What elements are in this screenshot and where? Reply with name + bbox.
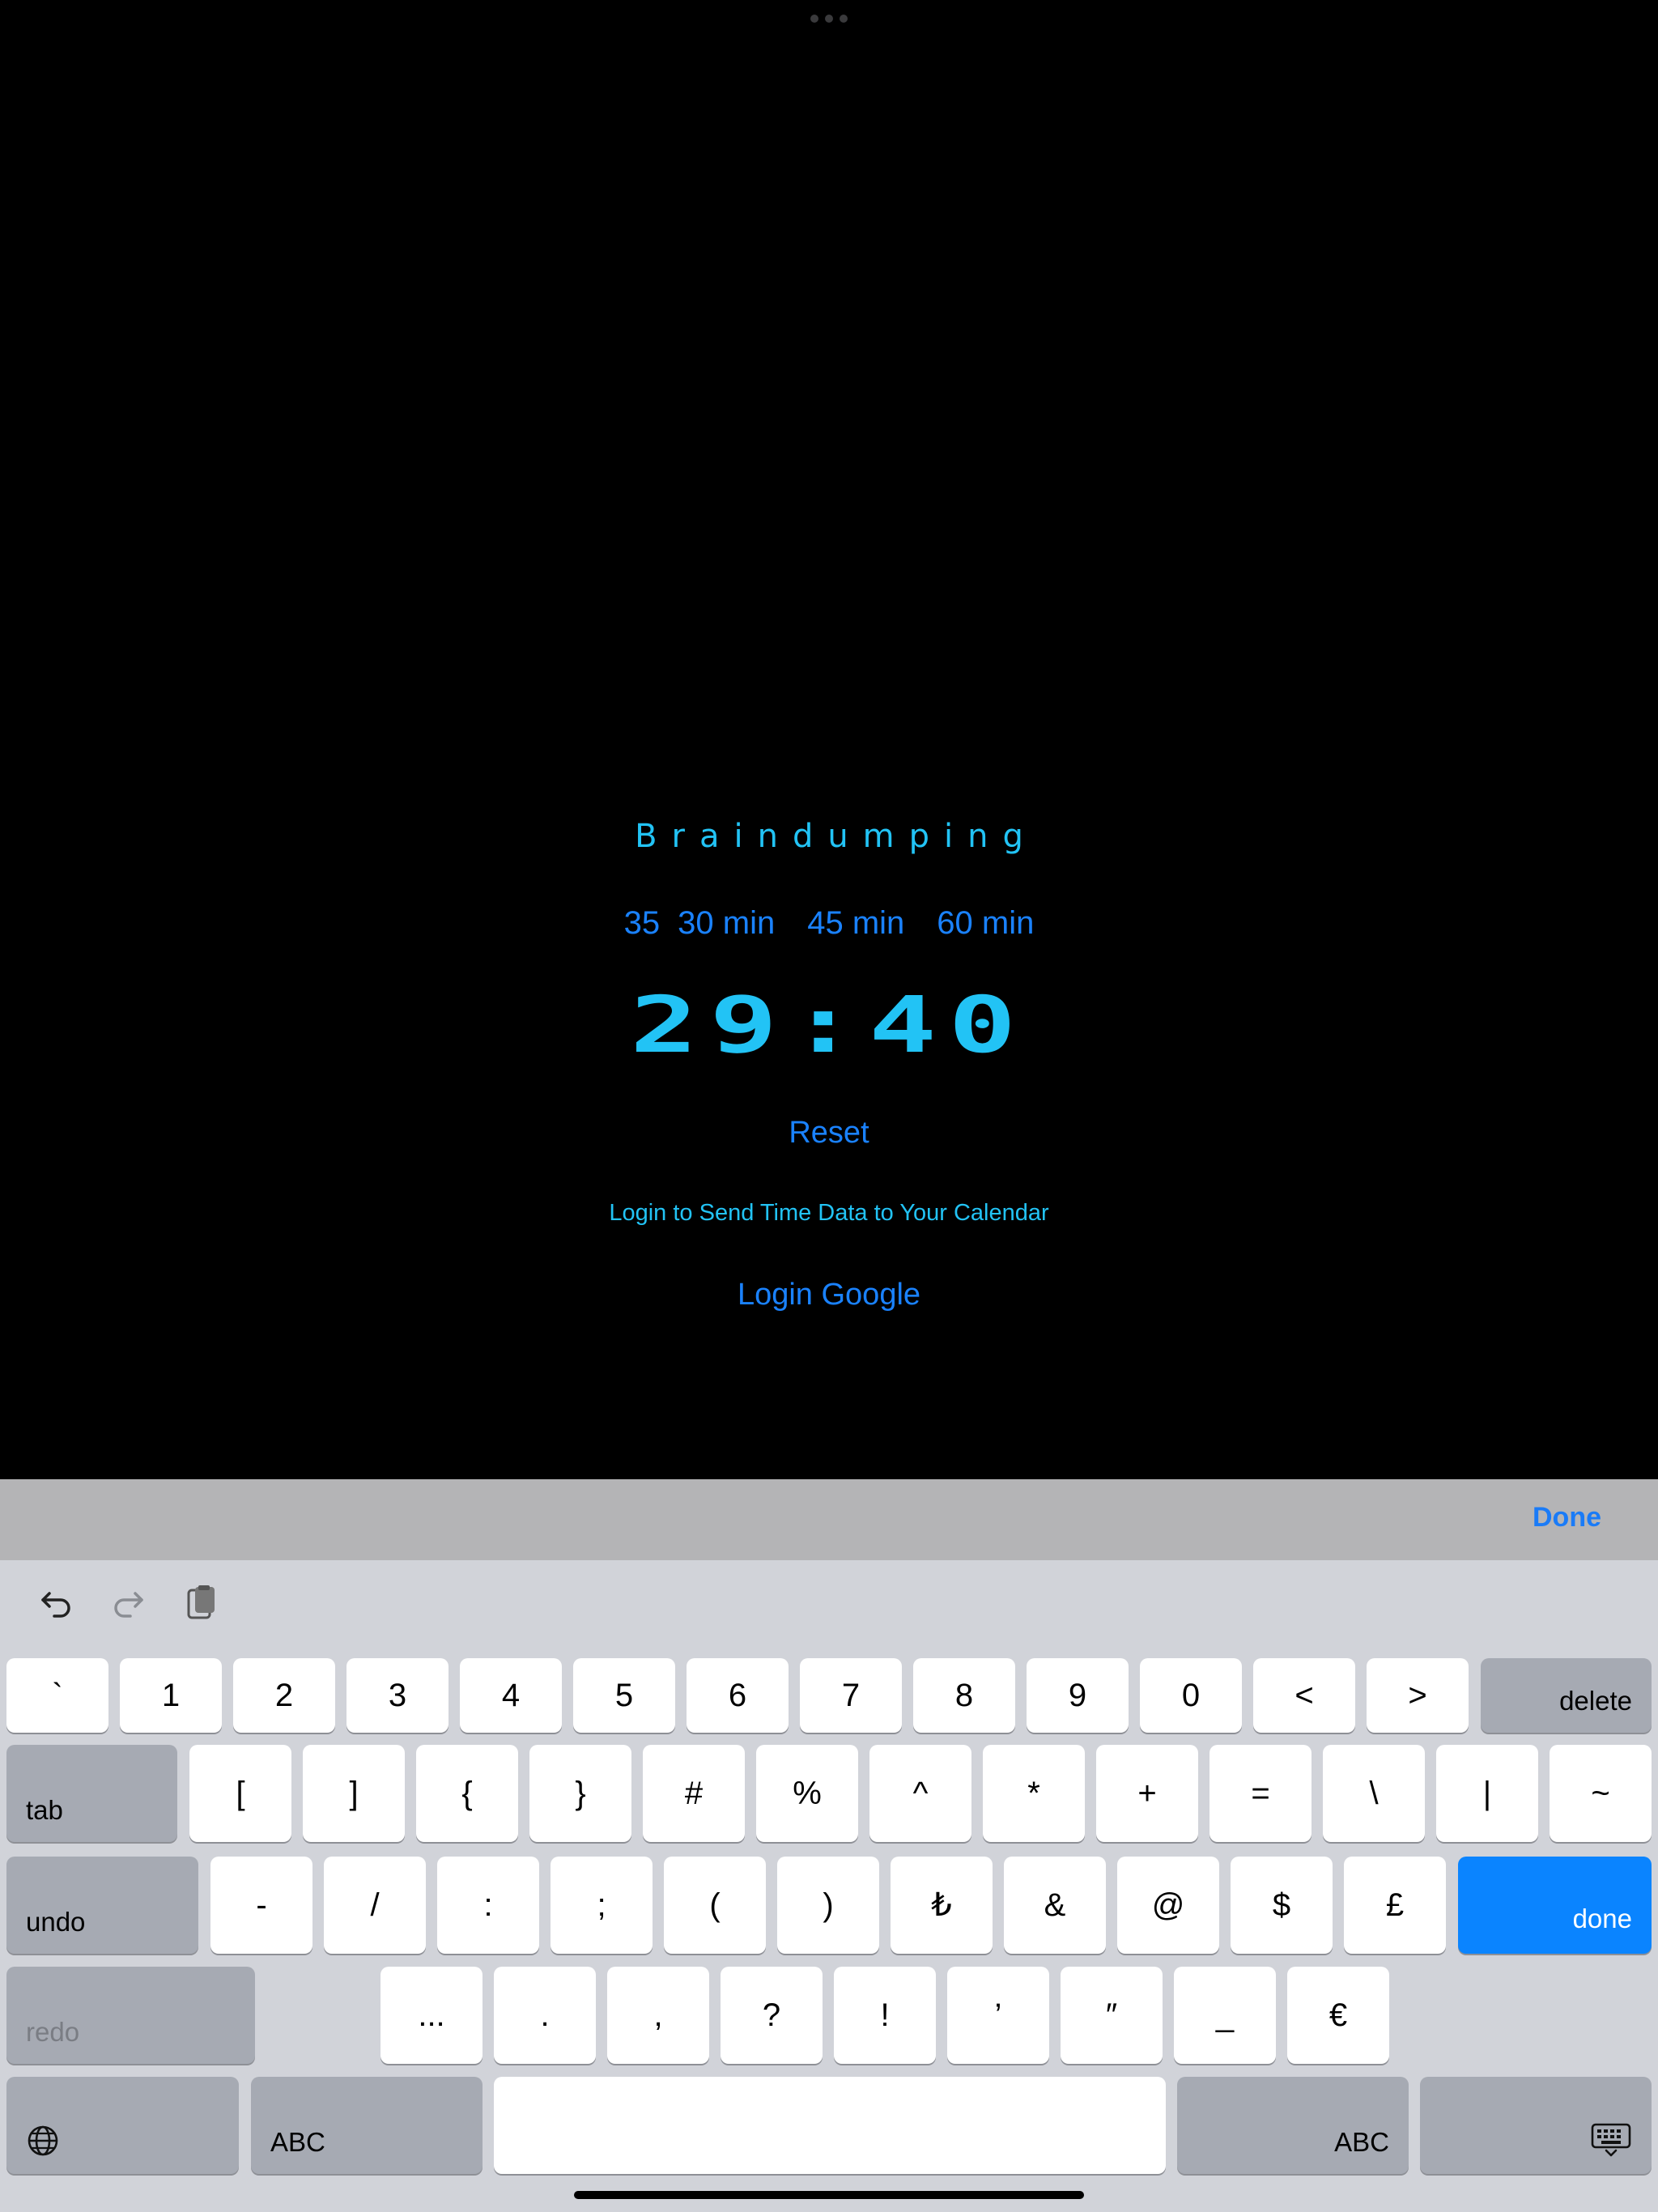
- key-3-row4[interactable]: ?: [721, 1967, 823, 2064]
- login-hint-text: Login to Send Time Data to Your Calendar: [609, 1200, 1049, 1226]
- keyboard: ` 1 2 3 4 5 6 7 8 9 0 < > delete tab[]{} #% ^ * + = \ | ~ undo -…: [0, 1560, 1658, 2212]
- key-2-row1[interactable]: 2: [233, 1658, 335, 1733]
- abc-key-right[interactable]: ABC: [1177, 2077, 1409, 2174]
- tab-key[interactable]: tab: [6, 1745, 177, 1842]
- key-6-row1[interactable]: 6: [687, 1658, 789, 1733]
- key-0-row1[interactable]: `: [6, 1658, 108, 1733]
- key-4-row1[interactable]: 4: [460, 1658, 562, 1733]
- key-10-row2[interactable]: \: [1323, 1745, 1425, 1842]
- key-2-row3[interactable]: :: [437, 1857, 539, 1954]
- key-3-row2[interactable]: }: [529, 1745, 631, 1842]
- duration-options: 35 30 min 45 min 60 min: [0, 905, 1658, 942]
- done-key[interactable]: done: [1458, 1857, 1652, 1954]
- keyboard-dismiss-icon[interactable]: [1420, 2077, 1652, 2174]
- key-6-row2[interactable]: ^: [869, 1745, 971, 1842]
- key-0-row4[interactable]: ...: [380, 1967, 483, 2064]
- key-8-row1[interactable]: 8: [913, 1658, 1015, 1733]
- mode-title: Braindumping: [635, 818, 1038, 855]
- space-bar[interactable]: [494, 2077, 1166, 2174]
- key-2-row4[interactable]: ,: [607, 1967, 709, 2064]
- abc-key-left[interactable]: ABC: [251, 2077, 483, 2174]
- key-9-row1[interactable]: 9: [1027, 1658, 1129, 1733]
- key-6-row3[interactable]: ₺: [891, 1857, 993, 1954]
- key-3-row1[interactable]: 3: [346, 1658, 449, 1733]
- key-1-row2[interactable]: ]: [303, 1745, 405, 1842]
- key-4-row3[interactable]: (: [664, 1857, 766, 1954]
- key-4-row2[interactable]: #: [643, 1745, 745, 1842]
- key-1-row3[interactable]: /: [324, 1857, 426, 1954]
- timer-clock: 29:40: [630, 980, 1028, 1070]
- duration-option-current[interactable]: 35: [624, 905, 661, 942]
- login-google-button[interactable]: Login Google: [738, 1278, 920, 1312]
- key-10-row3[interactable]: £: [1344, 1857, 1446, 1954]
- key-0-row2[interactable]: [: [189, 1745, 291, 1842]
- globe-icon[interactable]: [6, 2077, 239, 2174]
- key-9-row2[interactable]: =: [1209, 1745, 1312, 1842]
- key-6-row4[interactable]: ″: [1061, 1967, 1163, 2064]
- dot: [810, 15, 818, 23]
- key-7-row1[interactable]: 7: [800, 1658, 902, 1733]
- key-7-row2[interactable]: *: [983, 1745, 1085, 1842]
- multitasking-dots[interactable]: [810, 15, 848, 23]
- globe-icon-graphic: [28, 2125, 58, 2156]
- home-indicator[interactable]: [574, 2191, 1084, 2199]
- duration-option-30[interactable]: 30 min: [678, 905, 775, 942]
- duration-option-45[interactable]: 45 min: [807, 905, 904, 942]
- key-5-row2[interactable]: %: [756, 1745, 858, 1842]
- duration-option-60[interactable]: 60 min: [937, 905, 1034, 942]
- dot: [840, 15, 848, 23]
- key-2-row2[interactable]: {: [416, 1745, 518, 1842]
- key-1-row4[interactable]: .: [494, 1967, 596, 2064]
- key-4-row4[interactable]: !: [834, 1967, 936, 2064]
- key-3-row3[interactable]: ;: [551, 1857, 653, 1954]
- key-10-row1[interactable]: 0: [1140, 1658, 1242, 1733]
- key-1-row1[interactable]: 1: [120, 1658, 222, 1733]
- keyboard-dismiss-icon-graphic: [1591, 2123, 1631, 2157]
- key-8-row3[interactable]: @: [1117, 1857, 1219, 1954]
- key-7-row3[interactable]: &: [1004, 1857, 1106, 1954]
- app-screen: Braindumping 35 30 min 45 min 60 min 29:…: [0, 0, 1658, 2212]
- key-8-row2[interactable]: +: [1096, 1745, 1198, 1842]
- delete-key[interactable]: delete: [1481, 1658, 1652, 1733]
- key-12-row1[interactable]: >: [1367, 1658, 1469, 1733]
- key-11-row1[interactable]: <: [1253, 1658, 1355, 1733]
- key-5-row3[interactable]: ): [777, 1857, 879, 1954]
- keyboard-accessory-bar: Done: [0, 1479, 1658, 1560]
- undo-icon[interactable]: [36, 1583, 76, 1623]
- redo-icon[interactable]: [108, 1583, 149, 1623]
- keyboard-shortcuts-bar: [36, 1583, 222, 1623]
- key-8-row4[interactable]: €: [1287, 1967, 1389, 2064]
- key-7-row4[interactable]: _: [1174, 1967, 1276, 2064]
- dot: [825, 15, 833, 23]
- key-5-row1[interactable]: 5: [573, 1658, 675, 1733]
- accessory-done-button[interactable]: Done: [1533, 1502, 1601, 1534]
- undo-key[interactable]: undo: [6, 1857, 198, 1954]
- reset-button[interactable]: Reset: [789, 1116, 869, 1151]
- key-9-row3[interactable]: $: [1231, 1857, 1333, 1954]
- key-12-row2[interactable]: ~: [1550, 1745, 1652, 1842]
- key-11-row2[interactable]: |: [1436, 1745, 1538, 1842]
- paste-icon[interactable]: [181, 1583, 222, 1623]
- key-5-row4[interactable]: ’: [947, 1967, 1049, 2064]
- key-0-row3[interactable]: -: [210, 1857, 312, 1954]
- redo-key[interactable]: redo: [6, 1967, 255, 2064]
